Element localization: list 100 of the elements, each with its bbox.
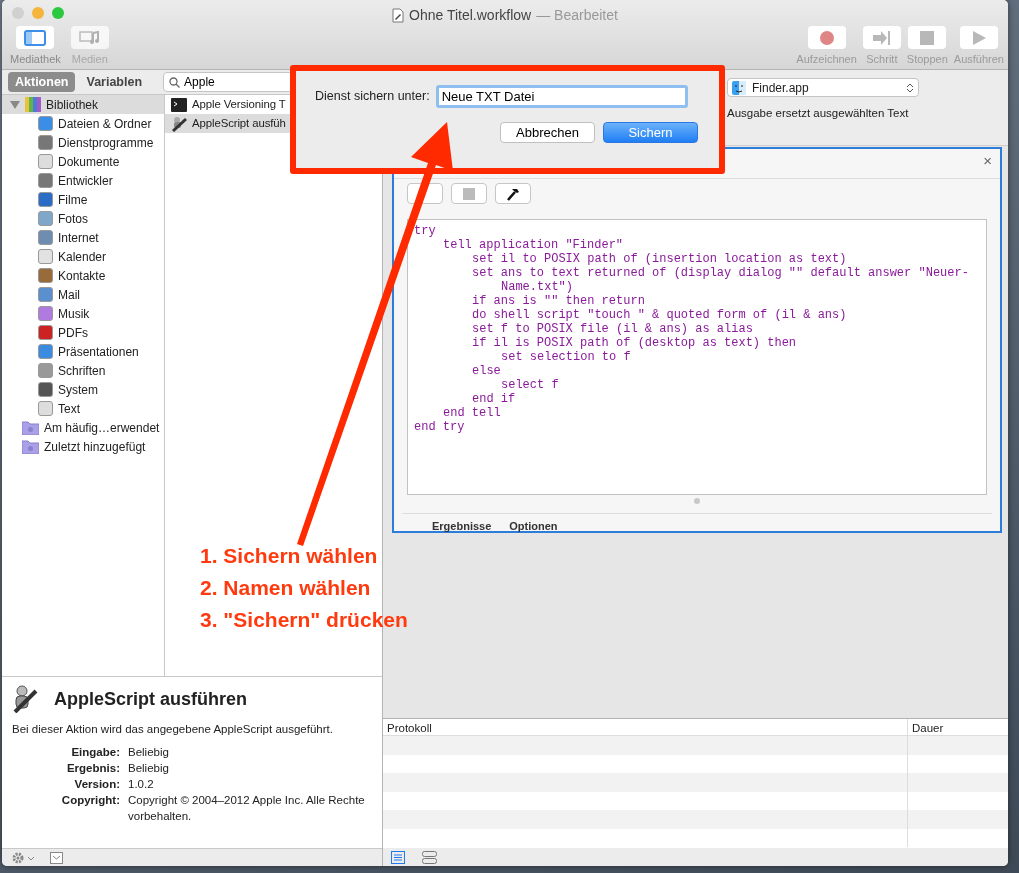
view-button[interactable]: [391, 850, 406, 864]
category-icon: [38, 192, 53, 207]
library-item[interactable]: Präsentationen: [2, 342, 164, 361]
annotation-step: 1. Sichern wählen: [200, 542, 408, 569]
category-icon: [38, 363, 53, 378]
detail-label: Version:: [73, 777, 120, 793]
category-icon: [38, 325, 53, 340]
category-icon: [38, 287, 53, 302]
action-tab[interactable]: Optionen: [509, 518, 558, 535]
code-editor[interactable]: [407, 219, 987, 495]
finder-icon: [732, 80, 746, 95]
output-note: Ausgabe ersetzt ausgewählten Text: [727, 106, 910, 121]
category-icon: [38, 268, 53, 283]
annotation-step: 3. "Sichern" drücken: [200, 606, 408, 633]
description-title: AppleScript ausführen: [54, 687, 248, 711]
library-item[interactable]: Bibliothek: [2, 95, 164, 114]
category-icon: [38, 306, 53, 321]
category-icon: [38, 382, 53, 397]
category-icon: [38, 135, 53, 150]
library-item[interactable]: Dienstprogramme: [2, 133, 164, 152]
library-item[interactable]: Musik: [2, 304, 164, 323]
code-line: do shell script "touch " & quoted form of (il & ans): [471, 308, 848, 322]
library-item[interactable]: Filme: [2, 190, 164, 209]
chevron-icon: [906, 81, 914, 94]
code-line: select f: [500, 378, 560, 392]
category-icon: [38, 116, 53, 131]
minimize-button[interactable]: [32, 7, 44, 19]
code-line: end tell: [442, 406, 502, 420]
disclosure-triangle-icon[interactable]: [10, 100, 20, 109]
library-item[interactable]: Internet: [2, 228, 164, 247]
library-item[interactable]: Entwickler: [2, 171, 164, 190]
library-item[interactable]: Dokumente: [2, 152, 164, 171]
document-icon: [392, 8, 405, 23]
detail-value: Copyright © 2004–2012 Apple Inc. Alle Rechte vorbehalten.: [128, 793, 366, 825]
zoom-button[interactable]: [52, 7, 64, 19]
code-line: set f to POSIX file (il & ans) as alias: [471, 322, 754, 336]
library-tab[interactable]: Variablen: [79, 71, 150, 93]
library-item[interactable]: Kalender: [2, 247, 164, 266]
category-icon: [38, 211, 53, 226]
smart-folder-icon: [22, 439, 39, 454]
category-icon: [38, 401, 53, 416]
library-item[interactable]: System: [2, 380, 164, 399]
library-item[interactable]: Mail: [2, 285, 164, 304]
field-label: Dienst sichern unter:: [315, 88, 430, 106]
sidebar-icon: [24, 28, 47, 47]
media-icon: [78, 28, 101, 47]
robot-icon: [171, 115, 187, 132]
category-icon: [38, 344, 53, 359]
code-line: tell application "Finder": [442, 238, 625, 252]
view-button[interactable]: [422, 850, 437, 864]
code-line: set selection to f: [500, 350, 632, 364]
code-line: set il to POSIX path of (insertion location as text): [471, 252, 848, 266]
library-item[interactable]: Fotos: [2, 209, 164, 228]
name-input-field[interactable]: Neue TXT Datei: [435, 85, 688, 108]
library-item[interactable]: Kontakte: [2, 266, 164, 285]
stop-icon: [463, 187, 475, 200]
code-line: end try: [414, 420, 466, 434]
list-icon: [391, 850, 406, 864]
resize-handle-icon[interactable]: [694, 498, 700, 504]
split-view-icon: [422, 850, 437, 864]
code-line: else: [471, 364, 502, 378]
step-icon: [870, 28, 893, 47]
description-text: Bei dieser Aktion wird das angegebene AppleScript ausgeführt.: [12, 722, 334, 737]
code-line: try: [414, 224, 437, 238]
library-item[interactable]: PDFs: [2, 323, 164, 342]
document-status: — Bearbeitet: [536, 6, 618, 25]
compile-button[interactable]: [495, 183, 531, 204]
code-line: if il is POSIX path of (desktop as text) then: [471, 336, 798, 350]
robot-icon: [12, 685, 38, 713]
action-tab[interactable]: Ergebnisse: [432, 518, 492, 535]
category-icon: [38, 173, 53, 188]
window-title: Ohne Titel.workflow: [409, 6, 532, 25]
code-line: if ans is "" then return: [471, 294, 646, 308]
detail-value: 1.0.2: [128, 777, 155, 793]
code-line: set ans to text returned of (display dialog "" default answer "Neuer-Name.txt"): [471, 266, 970, 294]
detail-value: Beliebig: [128, 761, 170, 777]
library-item[interactable]: Zuletzt hinzugefügt: [2, 437, 164, 456]
detail-label: Ergebnis:: [65, 761, 120, 777]
code-line: end if: [471, 392, 517, 406]
library-item[interactable]: Text: [2, 399, 164, 418]
books-icon: [25, 96, 41, 113]
app-popup[interactable]: Finder.app: [727, 78, 919, 97]
column-header: Protokoll: [386, 721, 433, 736]
stop-button[interactable]: [451, 183, 487, 204]
detail-label: Eingabe:: [70, 745, 120, 761]
annotation-step: 2. Namen wählen: [200, 574, 408, 601]
hammer-icon: [506, 186, 520, 201]
library-item[interactable]: Schriften: [2, 361, 164, 380]
category-icon: [38, 154, 53, 169]
gear-icon[interactable]: [12, 851, 36, 864]
cancel-button[interactable]: Abbrechen: [500, 122, 595, 143]
close-button[interactable]: ×: [983, 152, 992, 170]
library-item[interactable]: Dateien & Ordner: [2, 114, 164, 133]
detail-label: Copyright:: [60, 793, 120, 809]
category-icon: [38, 230, 53, 245]
category-icon: [38, 249, 53, 264]
detail-value: Beliebig: [128, 745, 170, 761]
library-item[interactable]: Am häufig…erwendet: [2, 418, 164, 437]
smart-folder-icon: [22, 420, 39, 435]
collapse-icon[interactable]: [50, 851, 63, 864]
